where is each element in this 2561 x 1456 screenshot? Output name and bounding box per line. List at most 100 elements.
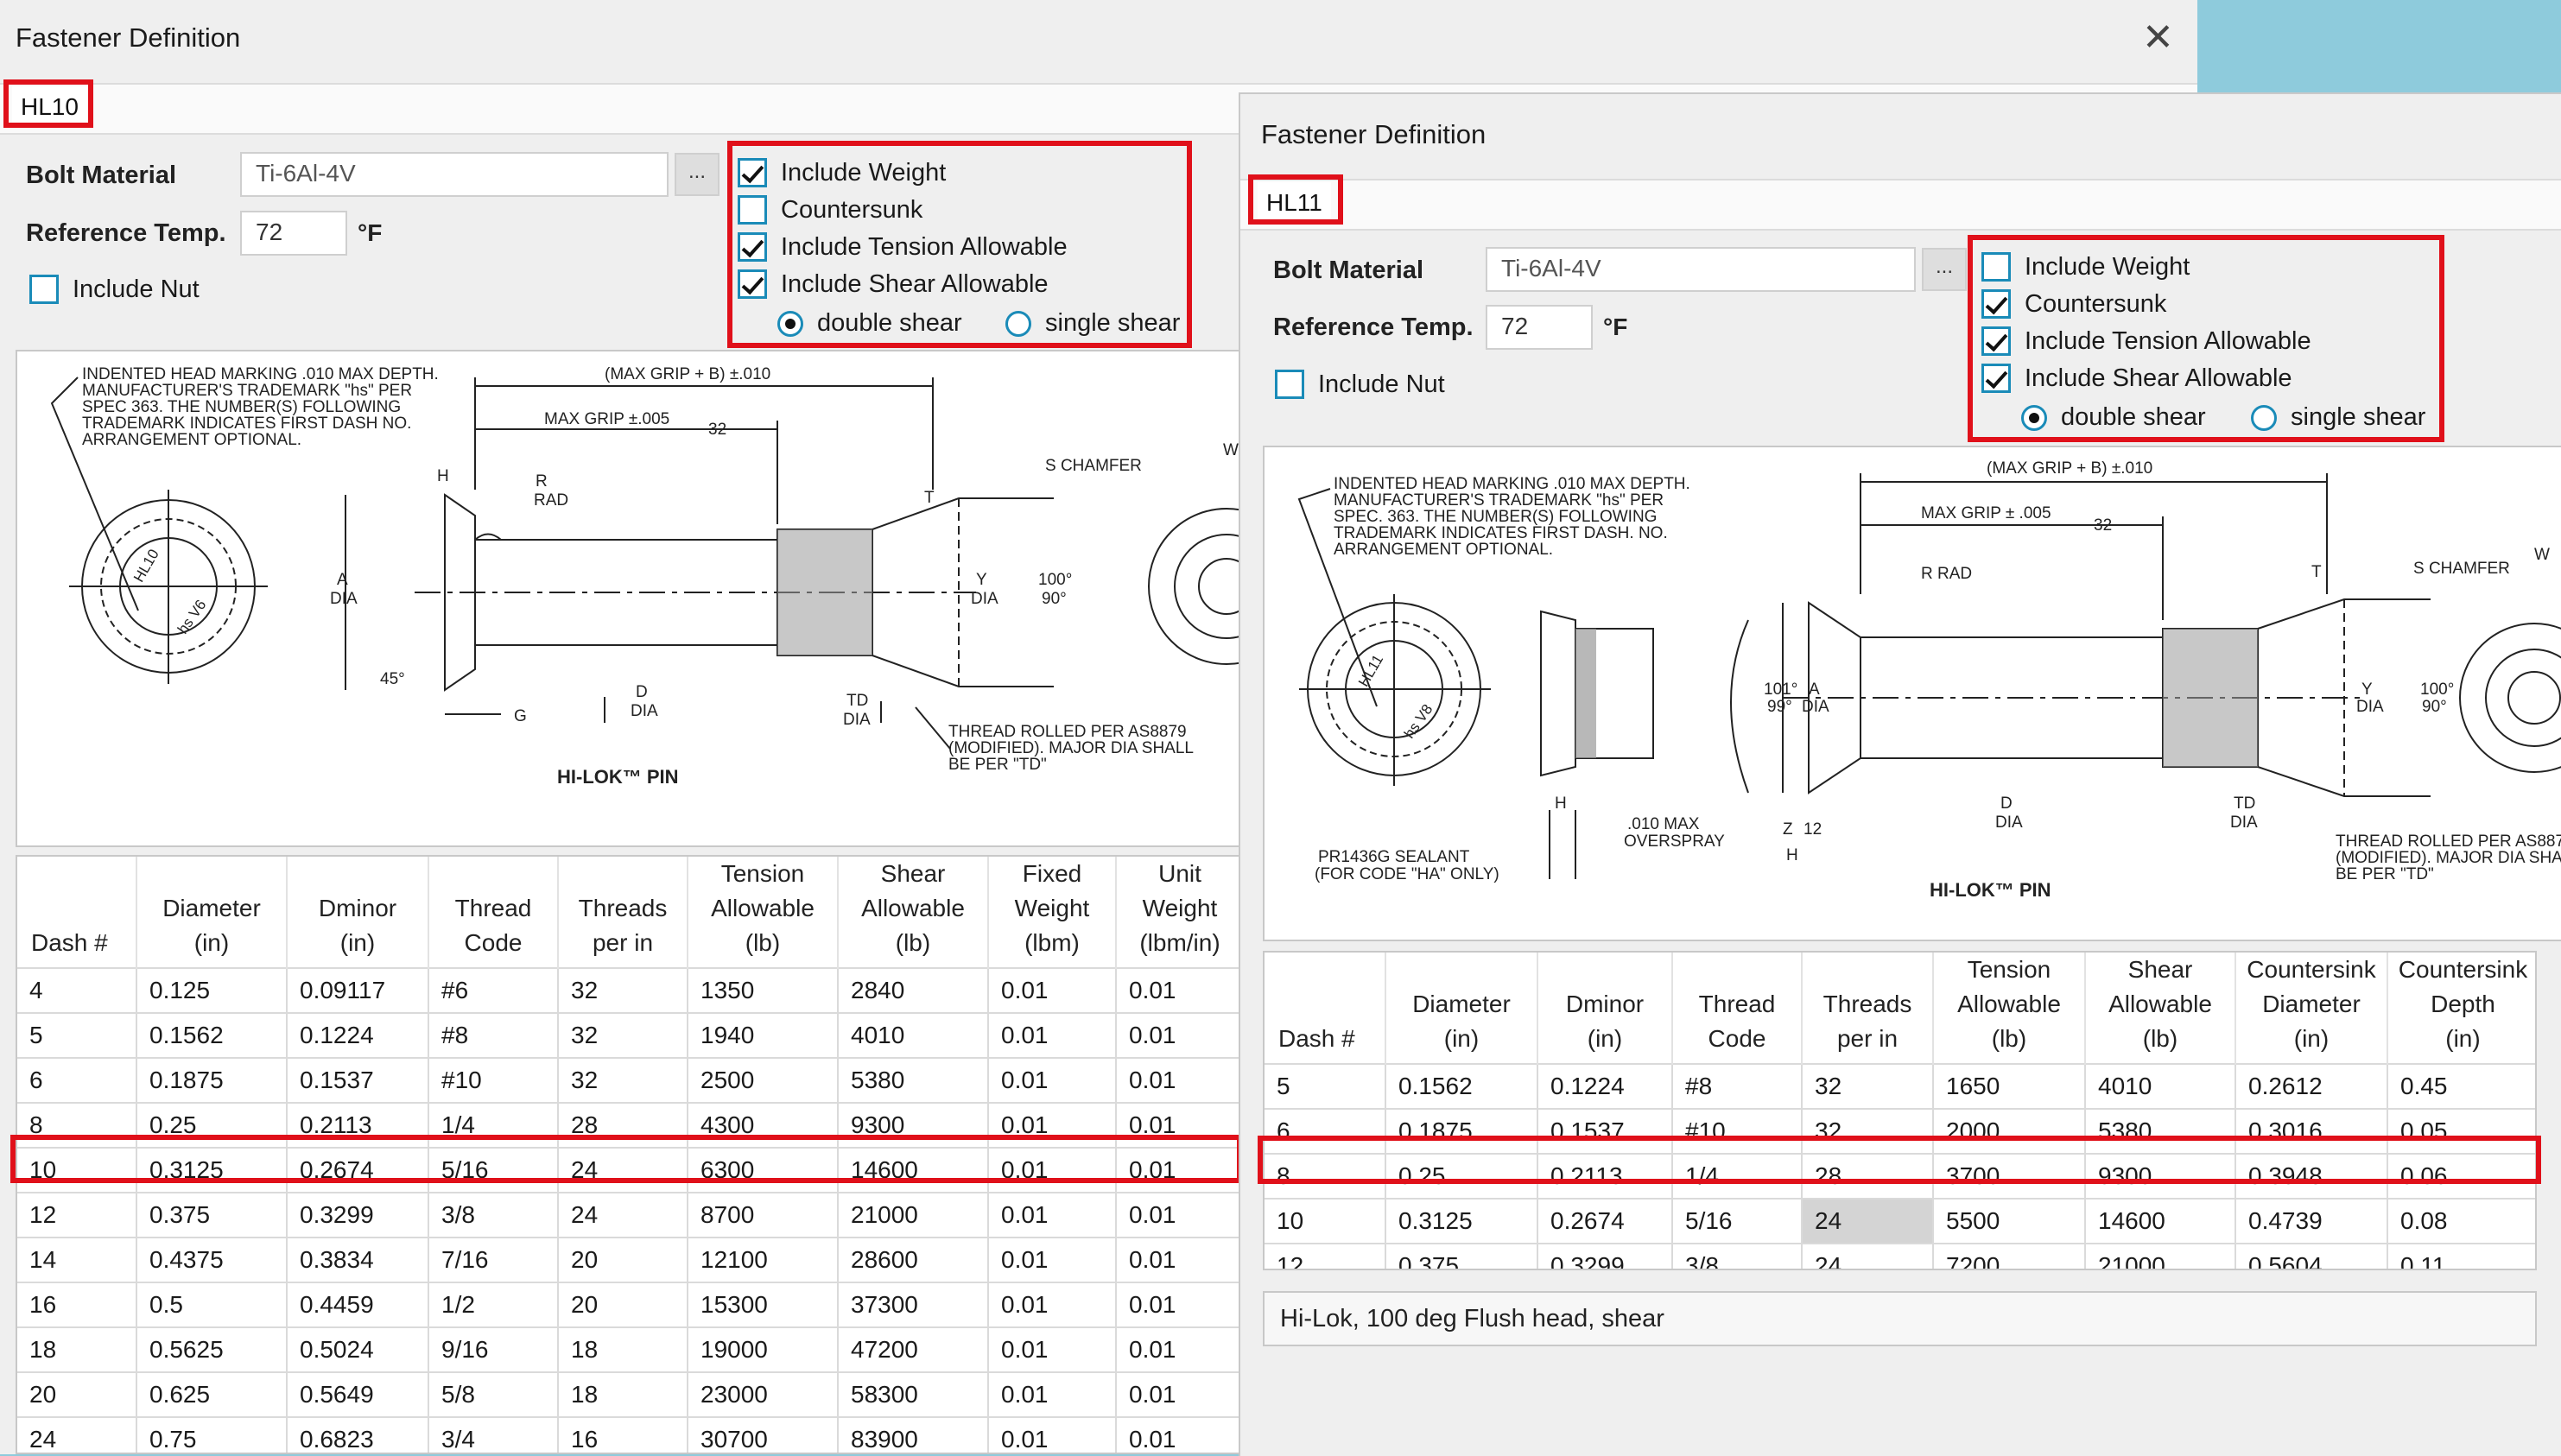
table-cell[interactable]: 0.11 [2387, 1243, 2535, 1269]
table-row[interactable]: 12 0.375 0.3299 3/8 24 7200 21000 0.5604 0.11 [1265, 1243, 2535, 1269]
column-header[interactable]: Dash # [17, 857, 137, 968]
table-cell[interactable]: 47200 [838, 1326, 989, 1372]
table-cell[interactable]: 24 [1802, 1243, 1934, 1269]
table-cell[interactable]: 7/16 [428, 1237, 559, 1282]
table-row[interactable]: 16 0.5 0.4459 1/2 20 15300 37300 0.01 0.01 [17, 1282, 1240, 1327]
table-row[interactable]: 14 0.4375 0.3834 7/16 20 12100 28600 0.01 0.01 [17, 1237, 1240, 1282]
include-weight-checkbox[interactable] [1981, 252, 2011, 282]
option-include-shear[interactable]: Include Shear Allowable [738, 269, 1049, 299]
column-header[interactable]: Shear Allowable (lb) [838, 857, 989, 968]
table-cell[interactable]: #8 [428, 1012, 559, 1058]
include-shear-checkbox[interactable] [1981, 364, 2011, 393]
table-cell[interactable]: 0.01 [1116, 1237, 1240, 1282]
table-row[interactable]: 18 0.5625 0.5024 9/16 18 19000 47200 0.01 0.01 [17, 1326, 1240, 1372]
countersunk-checkbox[interactable] [738, 195, 767, 225]
single-shear-option[interactable]: single shear [2251, 403, 2425, 432]
table-cell[interactable]: 0.45 [2387, 1063, 2535, 1109]
include-nut-row[interactable]: Include Nut [29, 275, 200, 304]
table-cell[interactable]: 2840 [838, 967, 989, 1013]
table-cell[interactable]: 16 [17, 1282, 137, 1327]
table-cell[interactable]: 5/16 [1672, 1198, 1803, 1244]
table-cell[interactable]: 3/4 [428, 1416, 559, 1453]
include-weight-checkbox[interactable] [738, 158, 767, 187]
table-cell[interactable]: 21000 [838, 1192, 989, 1238]
table-cell[interactable]: 0.375 [1385, 1243, 1538, 1269]
column-header[interactable]: Threads per in [558, 857, 688, 968]
table-cell[interactable]: 0.3299 [287, 1192, 429, 1238]
single-shear-radio[interactable] [2251, 404, 2277, 431]
table-cell[interactable]: 5 [17, 1012, 137, 1058]
table-cell[interactable]: 32 [558, 1012, 688, 1058]
table-cell[interactable]: 1/2 [428, 1282, 559, 1327]
table-cell[interactable]: 0.4459 [287, 1282, 429, 1327]
column-header[interactable]: Diameter (in) [136, 857, 288, 968]
browse-material-button[interactable]: ... [1922, 248, 1967, 291]
table-cell[interactable]: 32 [1802, 1063, 1934, 1109]
table-cell[interactable]: 12100 [688, 1237, 839, 1282]
table-cell[interactable]: 0.01 [988, 1192, 1117, 1238]
table-cell[interactable]: 28600 [838, 1237, 989, 1282]
table-cell[interactable]: 0.1562 [136, 1012, 288, 1058]
table-cell[interactable]: 0.01 [988, 1012, 1117, 1058]
table-cell[interactable]: 0.01 [988, 1416, 1117, 1453]
table-cell[interactable]: 0.01 [1116, 967, 1240, 1013]
table-cell[interactable]: 18 [558, 1371, 688, 1417]
double-shear-option[interactable]: double shear [2021, 403, 2206, 432]
table-cell[interactable]: 0.3125 [1385, 1198, 1538, 1244]
table-cell[interactable]: 0.1562 [1385, 1063, 1538, 1109]
table-cell[interactable]: 4 [17, 967, 137, 1013]
close-icon[interactable]: ✕ [2142, 19, 2174, 57]
table-row[interactable]: 4 0.125 0.09117 #6 32 1350 2840 0.01 0.01 [17, 967, 1240, 1013]
include-shear-checkbox[interactable] [738, 269, 767, 299]
table-cell[interactable]: 58300 [838, 1371, 989, 1417]
column-header[interactable]: Tension Allowable (lb) [1933, 953, 2086, 1064]
option-countersunk[interactable]: Countersunk [1981, 289, 2166, 319]
table-cell[interactable]: 0.4375 [136, 1237, 288, 1282]
table-cell[interactable]: 0.75 [136, 1416, 288, 1453]
table-cell[interactable]: 0.5649 [287, 1371, 429, 1417]
table-cell[interactable]: #10 [428, 1057, 559, 1103]
table-cell[interactable]: 32 [558, 1057, 688, 1103]
include-nut-checkbox[interactable] [29, 275, 59, 304]
table-cell[interactable]: 0.01 [1116, 1057, 1240, 1103]
countersunk-checkbox[interactable] [1981, 289, 2011, 319]
table-cell[interactable]: 0.5625 [136, 1326, 288, 1372]
table-cell[interactable]: 3/8 [428, 1192, 559, 1238]
option-include-shear[interactable]: Include Shear Allowable [1981, 364, 2292, 393]
table-cell[interactable]: 23000 [688, 1371, 839, 1417]
option-include-weight[interactable]: Include Weight [1981, 252, 2190, 282]
table-cell[interactable]: 20 [558, 1282, 688, 1327]
table-cell[interactable]: 24 [1802, 1198, 1934, 1244]
option-include-tension[interactable]: Include Tension Allowable [1981, 326, 2311, 356]
description-field[interactable]: Hi-Lok, 100 deg Flush head, shear [1263, 1291, 2537, 1346]
single-shear-radio[interactable] [1005, 310, 1031, 337]
table-cell[interactable]: 16 [558, 1416, 688, 1453]
table-cell[interactable]: 0.1224 [1537, 1063, 1673, 1109]
table-cell[interactable]: 6 [17, 1057, 137, 1103]
table-cell[interactable]: 15300 [688, 1282, 839, 1327]
table-cell[interactable]: 9/16 [428, 1326, 559, 1372]
double-shear-option[interactable]: double shear [777, 309, 962, 338]
table-cell[interactable]: 5500 [1933, 1198, 2086, 1244]
table-cell[interactable]: 0.01 [1116, 1326, 1240, 1372]
double-shear-radio[interactable] [2021, 404, 2047, 431]
column-header[interactable]: Shear Allowable (lb) [2085, 953, 2236, 1064]
reference-temp-input[interactable]: 72 [240, 211, 347, 256]
table-cell[interactable]: 0.01 [988, 1237, 1117, 1282]
table-cell[interactable]: 0.1537 [287, 1057, 429, 1103]
table-row[interactable]: 24 0.75 0.6823 3/4 16 30700 83900 0.01 0.01 [17, 1416, 1240, 1453]
table-cell[interactable]: 4010 [838, 1012, 989, 1058]
table-row[interactable]: 6 0.1875 0.1537 #10 32 2500 5380 0.01 0.01 [17, 1057, 1240, 1103]
table-cell[interactable]: 21000 [2085, 1243, 2236, 1269]
table-cell[interactable]: 0.01 [1116, 1012, 1240, 1058]
table-cell[interactable]: 30700 [688, 1416, 839, 1453]
table-cell[interactable]: 18 [558, 1326, 688, 1372]
option-include-tension[interactable]: Include Tension Allowable [738, 232, 1068, 262]
column-header[interactable]: Dminor (in) [1537, 953, 1673, 1064]
table-cell[interactable]: 20 [17, 1371, 137, 1417]
table-cell[interactable]: 0.01 [1116, 1282, 1240, 1327]
table-cell[interactable]: 0.5604 [2235, 1243, 2388, 1269]
column-header[interactable]: Dminor (in) [287, 857, 429, 968]
single-shear-option[interactable]: single shear [1005, 309, 1180, 338]
table-cell[interactable]: 0.1875 [136, 1057, 288, 1103]
